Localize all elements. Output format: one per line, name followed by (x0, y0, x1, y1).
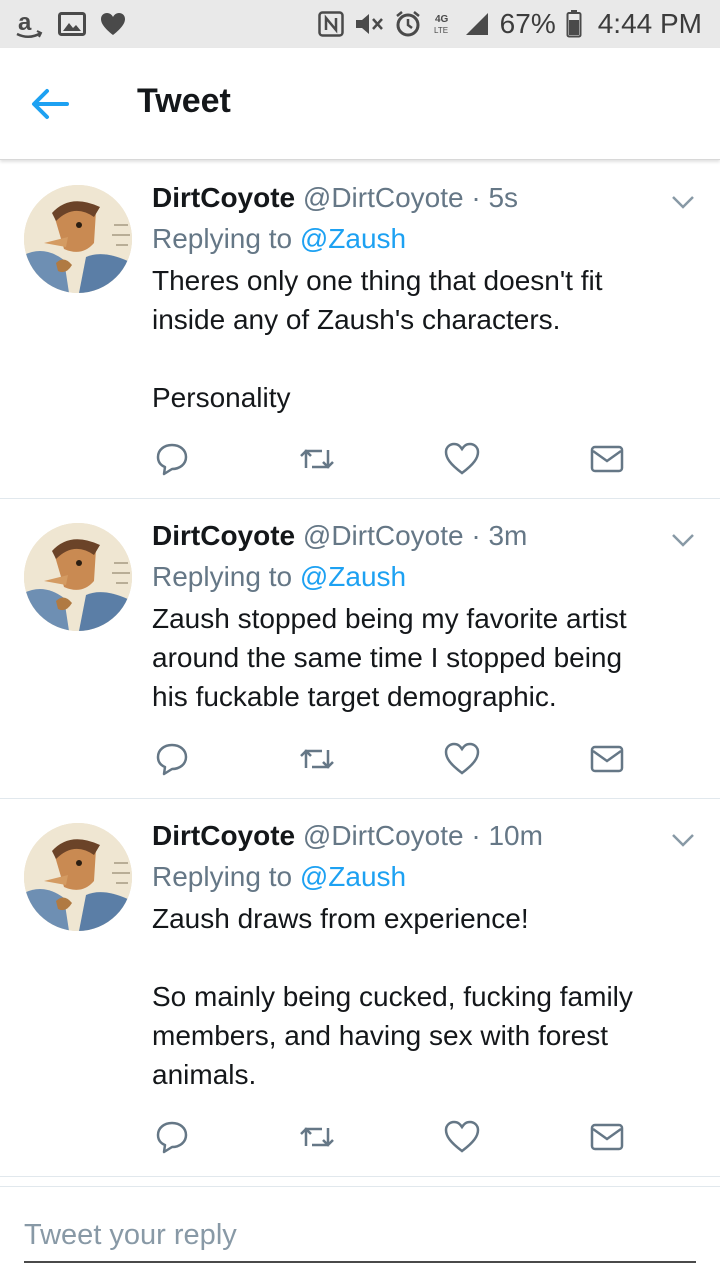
like-button[interactable] (442, 1117, 482, 1157)
mail-icon (590, 445, 624, 473)
heart-icon (444, 442, 480, 475)
page-title: Tweet (137, 82, 231, 120)
svg-text:4G: 4G (435, 14, 449, 25)
replying-to-handle[interactable]: @Zaush (300, 223, 406, 254)
heart-icon (444, 742, 480, 775)
replying-to-label: Replying to (152, 861, 293, 892)
separator: · (471, 820, 481, 851)
direct-message-button[interactable] (587, 1117, 627, 1157)
app-header: Tweet (0, 48, 720, 160)
tweet-menu-button[interactable] (668, 187, 698, 217)
tweet-menu-button[interactable] (668, 825, 698, 855)
heart-icon (444, 1120, 480, 1153)
avatar-image (24, 523, 132, 631)
retweet-icon (300, 1127, 334, 1147)
tweet-content: DirtCoyote @DirtCoyote · 3m Replying to … (152, 517, 682, 716)
tweet-header: DirtCoyote @DirtCoyote · 3m (152, 517, 682, 555)
user-name[interactable]: DirtCoyote (152, 820, 295, 851)
tweet-header: DirtCoyote @DirtCoyote · 5s (152, 179, 682, 217)
replying-to: Replying to @Zaush (152, 555, 682, 599)
retweet-button[interactable] (297, 439, 337, 479)
tweet-actions (152, 439, 672, 479)
svg-text:a: a (18, 9, 32, 36)
battery-icon (566, 10, 582, 38)
user-handle[interactable]: @DirtCoyote (303, 520, 464, 551)
replying-to: Replying to @Zaush (152, 855, 682, 899)
reply-icon (156, 443, 188, 476)
tweet-actions (152, 739, 672, 779)
battery-percent: 67% (499, 8, 556, 39)
direct-message-button[interactable] (587, 439, 627, 479)
chevron-down-icon (672, 534, 694, 547)
nfc-icon (317, 11, 344, 37)
status-bar: a 4G LTE 67% 4:44 PM (0, 0, 720, 48)
like-button[interactable] (442, 739, 482, 779)
replying-to: Replying to @Zaush (152, 217, 682, 261)
tweet-content: DirtCoyote @DirtCoyote · 10m Replying to… (152, 817, 682, 1094)
avatar[interactable] (24, 823, 132, 931)
heart-status-icon (100, 12, 126, 36)
reply-composer (0, 1186, 720, 1280)
back-button[interactable] (28, 84, 72, 124)
replying-to-handle[interactable]: @Zaush (300, 861, 406, 892)
reply-input[interactable] (24, 1209, 696, 1263)
separator: · (471, 520, 481, 551)
tweet-text: Zaush draws from experience! So mainly b… (152, 903, 633, 1090)
tweet-actions (152, 1117, 672, 1157)
tweet-time[interactable]: 5s (488, 182, 518, 213)
svg-text:LTE: LTE (434, 26, 448, 35)
mail-icon (590, 1123, 624, 1151)
replying-to-label: Replying to (152, 561, 293, 592)
direct-message-button[interactable] (587, 739, 627, 779)
alarm-icon (394, 10, 422, 38)
avatar-image (24, 185, 132, 293)
signal-icon (464, 11, 490, 37)
tweet-item[interactable]: DirtCoyote @DirtCoyote · 3m Replying to … (0, 499, 720, 799)
amazon-icon: a (14, 8, 44, 40)
status-bar-notifications: a (14, 8, 126, 40)
replying-to-handle[interactable]: @Zaush (300, 561, 406, 592)
gallery-icon (58, 12, 86, 36)
clock: 4:44 PM (597, 8, 702, 39)
back-arrow-icon (32, 89, 69, 119)
status-bar-system: 4G LTE 67% 4:44 PM (317, 8, 702, 40)
avatar[interactable] (24, 523, 132, 631)
chevron-down-icon (672, 834, 694, 847)
network-type-icon: 4G LTE (432, 11, 454, 37)
tweet-header: DirtCoyote @DirtCoyote · 10m (152, 817, 682, 855)
tweet-text: Theres only one thing that doesn't fit i… (152, 265, 603, 413)
retweet-icon (300, 749, 334, 769)
user-handle[interactable]: @DirtCoyote (303, 820, 464, 851)
avatar[interactable] (24, 185, 132, 293)
reply-button[interactable] (152, 739, 192, 779)
tweet-content: DirtCoyote @DirtCoyote · 5s Replying to … (152, 179, 682, 417)
tweet-item[interactable]: DirtCoyote @DirtCoyote · 10m Replying to… (0, 799, 720, 1177)
reply-icon (156, 1121, 188, 1154)
retweet-button[interactable] (297, 1117, 337, 1157)
retweet-button[interactable] (297, 739, 337, 779)
tweet-text: Zaush stopped being my favorite artist a… (152, 603, 627, 712)
like-button[interactable] (442, 439, 482, 479)
tweet-item[interactable]: DirtCoyote @DirtCoyote · 5s Replying to … (0, 161, 720, 499)
mail-icon (590, 745, 624, 773)
tweet-menu-button[interactable] (668, 525, 698, 555)
user-handle[interactable]: @DirtCoyote (303, 182, 464, 213)
reply-icon (156, 743, 188, 776)
mute-icon (354, 11, 384, 37)
replying-to-label: Replying to (152, 223, 293, 254)
retweet-icon (300, 449, 334, 469)
user-name[interactable]: DirtCoyote (152, 182, 295, 213)
separator: · (471, 182, 481, 213)
tweet-time[interactable]: 10m (488, 820, 542, 851)
chevron-down-icon (672, 196, 694, 209)
tweet-time[interactable]: 3m (488, 520, 527, 551)
reply-button[interactable] (152, 1117, 192, 1157)
reply-button[interactable] (152, 439, 192, 479)
avatar-image (24, 823, 132, 931)
user-name[interactable]: DirtCoyote (152, 520, 295, 551)
